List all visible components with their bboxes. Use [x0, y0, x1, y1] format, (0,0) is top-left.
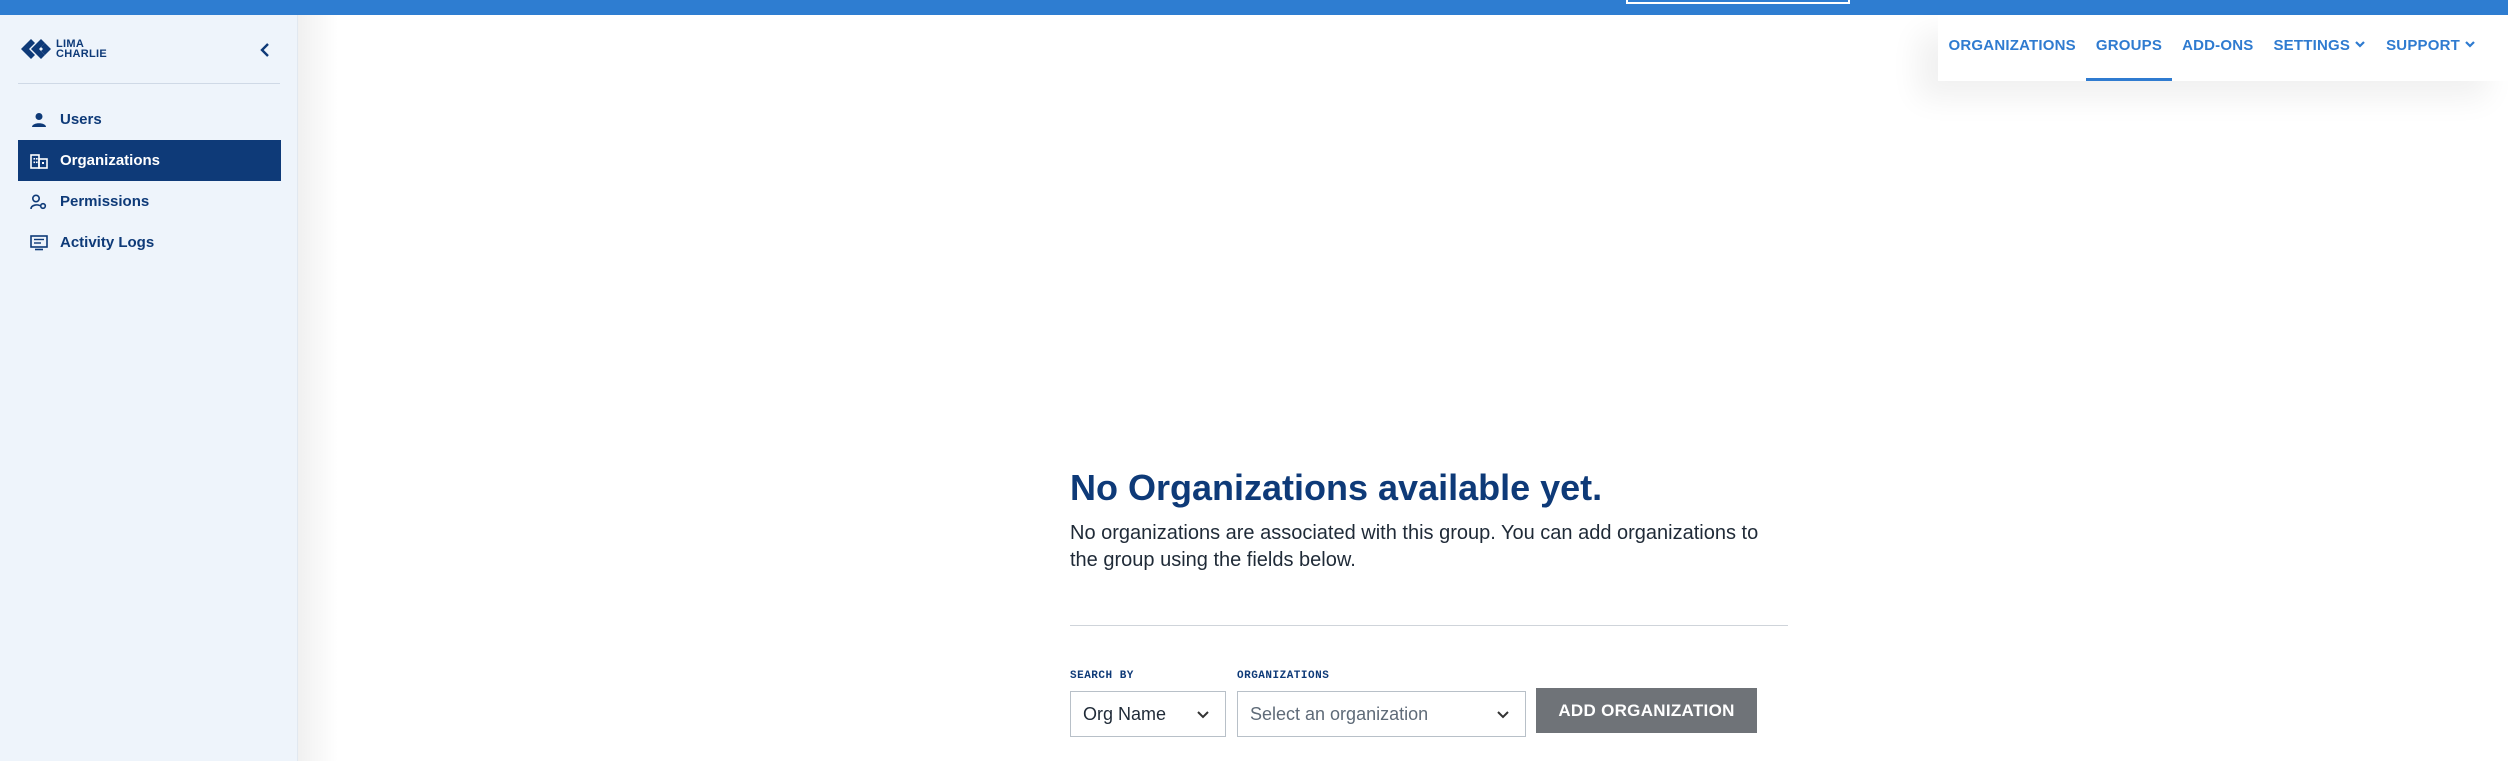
top-navigation: ORGANIZATIONS GROUPS ADD-ONS SETTINGS SU…: [1938, 15, 2508, 81]
chevron-left-icon: [260, 43, 269, 57]
sidebar-item-label: Permissions: [60, 193, 150, 210]
empty-state-description: No organizations are associated with thi…: [1070, 522, 1759, 571]
search-by-value: Org Name: [1083, 703, 1167, 724]
search-by-select[interactable]: Org Name: [1070, 691, 1226, 737]
banner-button-outline[interactable]: [1626, 0, 1850, 4]
add-organization-button[interactable]: ADD ORGANIZATION: [1536, 688, 1757, 733]
sidebar-item-users[interactable]: Users: [18, 99, 281, 140]
tab-support[interactable]: SUPPORT: [2376, 15, 2486, 81]
sidebar-item-permissions[interactable]: Permissions: [18, 181, 281, 222]
chevron-down-icon: [2465, 41, 2475, 48]
limacharlie-logo[interactable]: LIMA CHARLIE: [20, 37, 140, 61]
logo-mark-icon: [21, 39, 51, 59]
sidebar: LIMA CHARLIE Users Organizations Permiss…: [0, 15, 298, 761]
top-banner-strip: [0, 0, 2508, 15]
activity-log-icon: [30, 234, 48, 252]
section-divider: [1070, 625, 1788, 626]
organization-select[interactable]: Select an organization: [1237, 691, 1526, 737]
sidebar-item-label: Activity Logs: [60, 234, 155, 251]
tab-groups[interactable]: GROUPS: [2085, 15, 2173, 81]
user-key-icon: [30, 193, 48, 211]
empty-state-title: No Organizations available yet.: [1070, 467, 1603, 508]
collapse-sidebar-button[interactable]: [254, 39, 276, 61]
sidebar-divider: [18, 83, 280, 84]
sidebar-item-label: Users: [60, 111, 102, 128]
sidebar-item-label: Organizations: [60, 152, 161, 169]
chevron-down-icon: [1497, 711, 1509, 719]
search-by-label: SEARCH BY: [1070, 670, 1134, 682]
sidebar-item-activity-logs[interactable]: Activity Logs: [18, 222, 281, 263]
tab-organizations[interactable]: ORGANIZATIONS: [1939, 15, 2086, 81]
organizations-label: ORGANIZATIONS: [1237, 670, 1330, 682]
sidebar-nav: Users Organizations Permissions Activity…: [18, 99, 281, 263]
tab-add-ons[interactable]: ADD-ONS: [2172, 15, 2263, 81]
building-icon: [30, 152, 48, 170]
sidebar-item-organizations[interactable]: Organizations: [18, 140, 281, 181]
tab-settings[interactable]: SETTINGS: [2263, 15, 2376, 81]
content-edge-shadow: [298, 15, 338, 761]
organization-select-placeholder: Select an organization: [1250, 703, 1429, 724]
user-icon: [30, 111, 48, 129]
empty-state: No Organizations available yet. No organ…: [1070, 466, 1790, 574]
chevron-down-icon: [1197, 711, 1209, 719]
logo-wordmark: LIMA CHARLIE: [56, 38, 107, 60]
chevron-down-icon: [2355, 41, 2365, 48]
